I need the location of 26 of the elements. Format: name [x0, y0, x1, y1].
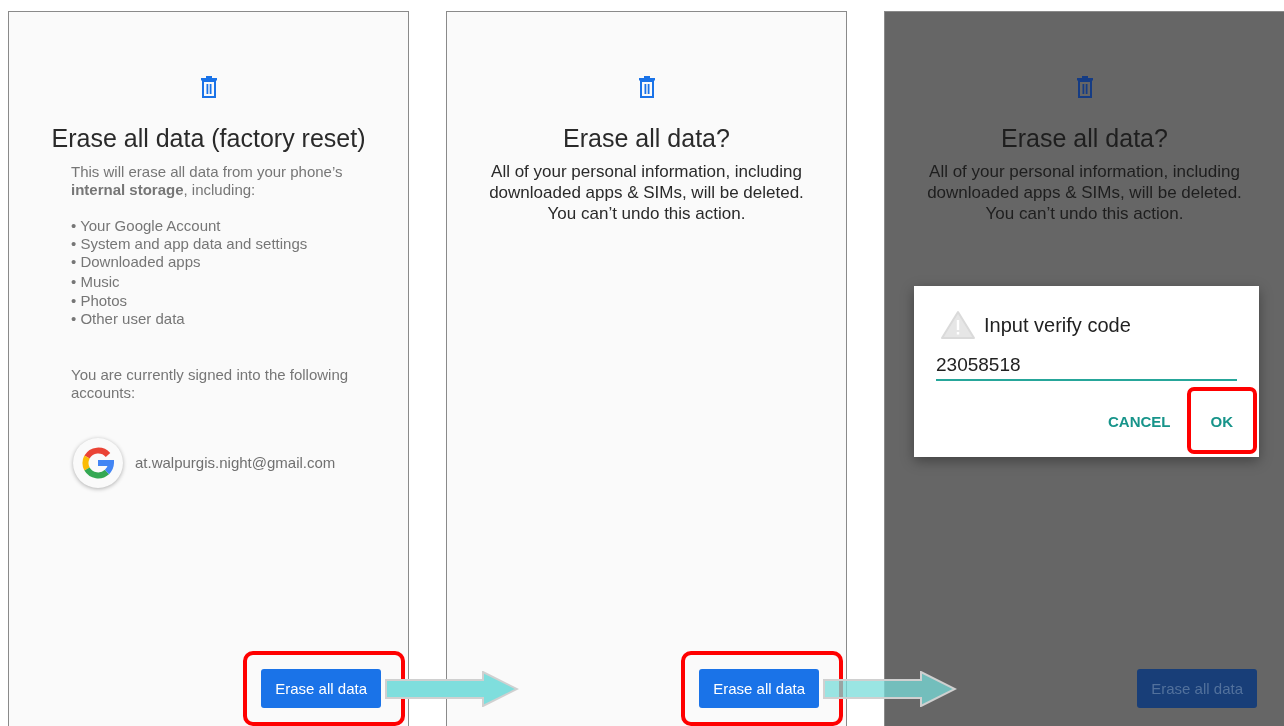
trash-icon [1074, 76, 1095, 98]
code-input[interactable]: 23058518 [936, 352, 1237, 381]
warning-message: All of your personal information, including downloaded apps & SIMs, will be deleted. You can’t undo this action. [488, 161, 805, 224]
arrow-icon [385, 671, 519, 707]
trash-icon [198, 76, 219, 98]
dialog-button[interactable]: CANCEL [1096, 409, 1183, 434]
list-item: • Photos [71, 292, 129, 310]
list-item: • Other user data [71, 310, 186, 328]
list-item: • Downloaded apps [71, 253, 202, 271]
list-item: • System and app data and settings [71, 235, 309, 253]
screen-title: Erase all data? [1001, 124, 1168, 153]
erase-button[interactable]: Erase all data [699, 669, 819, 708]
list-item: • Music [71, 272, 121, 292]
trash-icon [636, 76, 657, 98]
erase-button[interactable]: Erase all data [261, 669, 381, 708]
screen-title: Erase all data (factory reset) [51, 124, 366, 153]
warning-icon [940, 310, 976, 340]
accounts-note: You are currently signed into the following accounts: [71, 366, 350, 402]
account-email: at.walpurgis.night@gmail.com [135, 454, 336, 472]
screen-title: Erase all data? [563, 124, 730, 153]
intro-text: This will erase all data from your phone’s internal storage, including: [71, 163, 344, 199]
warning-message: All of your personal information, including downloaded apps & SIMs, will be deleted. You can’t undo this action. [926, 161, 1243, 224]
list-item: • Your Google Account [71, 217, 222, 235]
arrow-icon [823, 671, 957, 707]
g-logo-icon [82, 447, 114, 479]
dialog-title: Input verify code [984, 313, 1131, 337]
